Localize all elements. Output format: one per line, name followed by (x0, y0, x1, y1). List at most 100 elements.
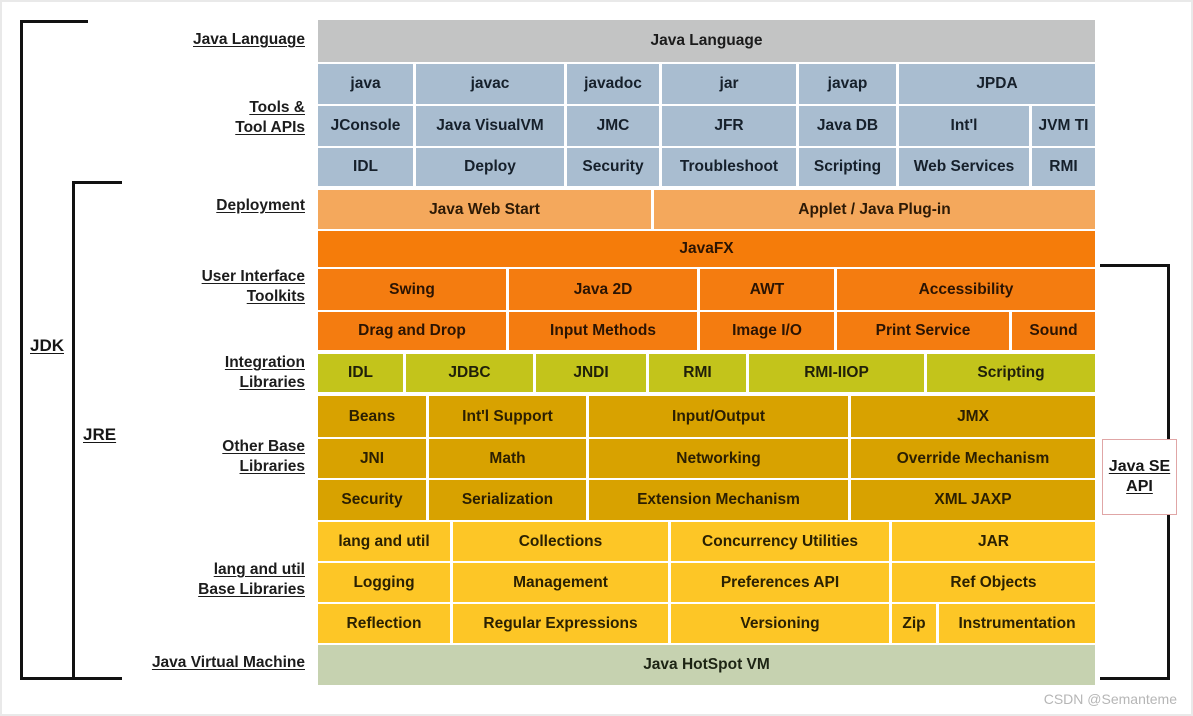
band-jvm: Java HotSpot VM (318, 645, 1095, 685)
band-tools-row3: IDL Deploy Security Troubleshoot Scripti… (318, 148, 1095, 186)
cell-java-web-start: Java Web Start (318, 190, 651, 229)
cell-tool-javadoc: javadoc (567, 64, 659, 104)
cell-ui-awt: AWT (700, 269, 834, 310)
label-other-base-line1: Other Base (222, 438, 305, 455)
label-user-interface-toolkits: User Interface Toolkits (82, 267, 305, 307)
cell-other-networking: Networking (589, 439, 848, 478)
cell-integ-jndi: JNDI (536, 354, 646, 392)
cell-other-jni: JNI (318, 439, 426, 478)
cell-ui-accessibility: Accessibility (837, 269, 1095, 310)
band-tools-row1: java javac javadoc jar javap JPDA (318, 64, 1095, 104)
cell-tool-rmi: RMI (1032, 148, 1095, 186)
cell-integ-idl: IDL (318, 354, 403, 392)
label-tools-line2: Tool APIs (235, 118, 305, 136)
band-ui-row2: Drag and Drop Input Methods Image I/O Pr… (318, 312, 1095, 350)
band-lut-row1: lang and util Collections Concurrency Ut… (318, 522, 1095, 561)
cell-integ-rmi: RMI (649, 354, 746, 392)
cell-ui-java-2d: Java 2D (509, 269, 697, 310)
cell-tool-java-db: Java DB (799, 106, 896, 146)
watermark: CSDN @Semanteme (1043, 691, 1177, 707)
label-lang-util-line2: Base Libraries (198, 580, 305, 598)
label-lang-util-line1: lang and util (213, 561, 305, 578)
cell-tool-java: java (318, 64, 413, 104)
cell-tool-deploy: Deploy (416, 148, 564, 186)
label-ui-line2: Toolkits (246, 287, 305, 305)
java-se-api-line2: API (1126, 478, 1153, 495)
band-ui-row1: Swing Java 2D AWT Accessibility (318, 269, 1095, 310)
cell-tool-javac: javac (416, 64, 564, 104)
cell-tool-web-services: Web Services (899, 148, 1029, 186)
cell-lut-concurrency-utilities: Concurrency Utilities (671, 522, 889, 561)
cell-lut-reflection: Reflection (318, 604, 450, 643)
cell-lut-lang-and-util: lang and util (318, 522, 450, 561)
cell-lut-zip: Zip (892, 604, 936, 643)
label-deployment-text: Deployment (216, 197, 305, 214)
cell-tool-security: Security (567, 148, 659, 186)
label-integration-line1: Integration (224, 354, 305, 371)
cell-tool-jmc: JMC (567, 106, 659, 146)
label-integration-line2: Libraries (239, 373, 305, 391)
cell-applet-plugin: Applet / Java Plug-in (654, 190, 1095, 229)
cell-lut-preferences-api: Preferences API (671, 563, 889, 602)
cell-other-beans: Beans (318, 396, 426, 437)
cell-tool-jpda: JPDA (899, 64, 1095, 104)
cell-tool-intl: Int'l (899, 106, 1029, 146)
label-jvm-text: Java Virtual Machine (151, 654, 305, 671)
cell-tool-jar: jar (662, 64, 796, 104)
cell-lut-logging: Logging (318, 563, 450, 602)
band-lut-row3: Reflection Regular Expressions Versionin… (318, 604, 1095, 643)
band-tools-row2: JConsole Java VisualVM JMC JFR Java DB I… (318, 106, 1095, 146)
cell-tool-idl: IDL (318, 148, 413, 186)
cell-integ-rmi-iiop: RMI-IIOP (749, 354, 924, 392)
cell-tool-jvm-ti: JVM TI (1032, 106, 1095, 146)
label-tools-line1: Tools & (249, 99, 305, 116)
label-tools: Tools & Tool APIs (82, 98, 305, 138)
label-deployment: Deployment (82, 196, 305, 216)
label-integration-libraries: Integration Libraries (82, 353, 305, 393)
cell-lut-jar: JAR (892, 522, 1095, 561)
cell-ui-image-io: Image I/O (700, 312, 834, 350)
cell-tool-javap: javap (799, 64, 896, 104)
label-java-language-text: Java Language (193, 31, 305, 48)
cell-java-language: Java Language (318, 20, 1095, 62)
cell-lut-versioning: Versioning (671, 604, 889, 643)
jdk-label: JDK (27, 335, 68, 357)
band-other-row2: JNI Math Networking Override Mechanism (318, 439, 1095, 478)
cell-tool-jfr: JFR (662, 106, 796, 146)
cell-ui-drag-and-drop: Drag and Drop (318, 312, 506, 350)
label-java-virtual-machine: Java Virtual Machine (52, 653, 305, 673)
cell-lut-management: Management (453, 563, 668, 602)
cell-javafx: JavaFX (318, 231, 1095, 267)
cell-tool-jconsole: JConsole (318, 106, 413, 146)
cell-other-xml-jaxp: XML JAXP (851, 480, 1095, 520)
cell-other-math: Math (429, 439, 586, 478)
cell-ui-swing: Swing (318, 269, 506, 310)
cell-lut-regular-expressions: Regular Expressions (453, 604, 668, 643)
java-se-api-box: Java SE API (1102, 439, 1177, 515)
band-integration: IDL JDBC JNDI RMI RMI-IIOP Scripting (318, 354, 1095, 392)
cell-ui-input-methods: Input Methods (509, 312, 697, 350)
cell-other-security: Security (318, 480, 426, 520)
band-java-language: Java Language (318, 20, 1095, 62)
cell-lut-ref-objects: Ref Objects (892, 563, 1095, 602)
cell-integ-jdbc: JDBC (406, 354, 533, 392)
cell-java-hotspot-vm: Java HotSpot VM (318, 645, 1095, 685)
cell-other-serialization: Serialization (429, 480, 586, 520)
label-other-base-line2: Libraries (239, 457, 305, 475)
cell-other-intl-support: Int'l Support (429, 396, 586, 437)
band-other-row1: Beans Int'l Support Input/Output JMX (318, 396, 1095, 437)
cell-ui-sound: Sound (1012, 312, 1095, 350)
cell-integ-scripting: Scripting (927, 354, 1095, 392)
cell-tool-java-visualvm: Java VisualVM (416, 106, 564, 146)
java-se-api-line1: Java SE (1108, 458, 1171, 475)
label-ui-line1: User Interface (201, 268, 305, 285)
cell-other-input-output: Input/Output (589, 396, 848, 437)
cell-ui-print-service: Print Service (837, 312, 1009, 350)
band-deployment: Java Web Start Applet / Java Plug-in (318, 190, 1095, 229)
label-java-language: Java Language (82, 30, 305, 50)
band-lut-row2: Logging Management Preferences API Ref O… (318, 563, 1095, 602)
cell-tool-troubleshoot: Troubleshoot (662, 148, 796, 186)
cell-other-extension-mechanism: Extension Mechanism (589, 480, 848, 520)
band-other-row3: Security Serialization Extension Mechani… (318, 480, 1095, 520)
cell-tool-scripting: Scripting (799, 148, 896, 186)
